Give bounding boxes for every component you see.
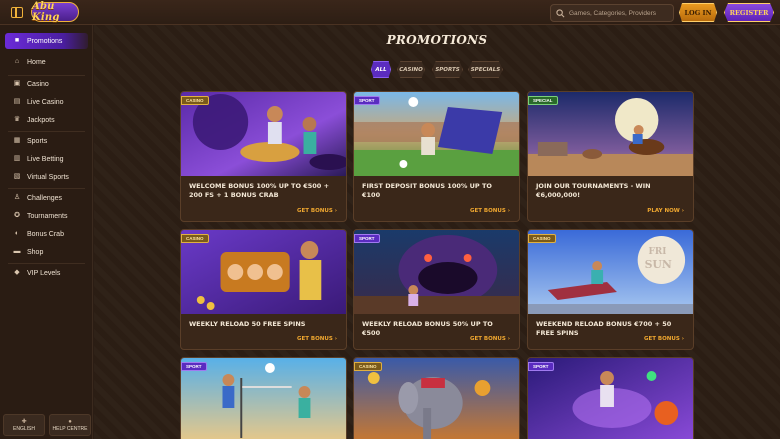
- sidebar-item-label: Sports: [27, 137, 48, 145]
- category-tag: CASINO: [181, 234, 209, 243]
- sports-icon: ▦: [13, 137, 21, 144]
- uk-flag-icon: ✚: [21, 418, 27, 425]
- category-tag: CASINO: [181, 96, 209, 105]
- sidebar-item-label: Challenges: [27, 194, 63, 202]
- sidebar-item-label: Shop: [27, 248, 44, 256]
- sidebar-item-sports[interactable]: ▦ Sports: [5, 133, 88, 149]
- divider: [8, 263, 85, 264]
- sidebar-item-shop[interactable]: ▬ Shop: [5, 244, 88, 260]
- sidebar-item-home[interactable]: ⌂ Home: [5, 54, 88, 70]
- sidebar-item-jackpots[interactable]: ♛ Jackpots: [5, 112, 88, 128]
- sidebar-item-tournaments[interactable]: ✪ Tournaments: [5, 208, 88, 224]
- language-label: ENGLISH: [13, 425, 35, 432]
- category-tag: SPORT: [354, 234, 380, 243]
- svg-text:FRI: FRI: [649, 247, 667, 257]
- promo-card[interactable]: SPORT: [180, 357, 347, 439]
- search-icon: [556, 8, 565, 17]
- sidebar-item-promotions[interactable]: ■ Promotions: [5, 33, 88, 49]
- filter-casino[interactable]: CASINO: [397, 61, 425, 78]
- sidebar-item-challenges[interactable]: ♙ Challenges: [5, 190, 88, 206]
- sidebar-item-label: Home: [27, 58, 46, 66]
- promo-card[interactable]: FRI SUN CASINO WEEKEND RELOAD BONUS €700…: [527, 229, 694, 350]
- sidebar-item-label: Bonus Crab: [27, 230, 64, 238]
- sidebar-toggle-icon[interactable]: [11, 7, 23, 18]
- diamond-icon: ◆: [14, 269, 20, 276]
- promo-card[interactable]: CASINO WEEKLY RELOAD 50 FREE SPINS GET B…: [180, 229, 347, 350]
- sidebar-item-label: Jackpots: [27, 116, 55, 124]
- cards-icon: ▤: [13, 98, 21, 105]
- sidebar-item-virtual-sports[interactable]: ▧ Virtual Sports: [5, 169, 88, 185]
- get-bonus-link[interactable]: GET BONUS ›: [297, 208, 337, 214]
- slot-machine-icon: ▣: [13, 80, 21, 87]
- medal-icon: ♙: [13, 194, 21, 201]
- tournament-icon: ✪: [14, 212, 20, 219]
- brand-logo[interactable]: Abu King: [31, 1, 79, 23]
- help-icon: ●: [68, 418, 72, 425]
- promo-title: WEEKLY RELOAD 50 FREE SPINS: [189, 320, 306, 328]
- sidebar-item-bonus-crab[interactable]: ◐ Bonus Crab: [5, 226, 88, 242]
- main-content: PROMOTIONS ALL CASINO SPORTS SPECIALS CA…: [94, 25, 780, 439]
- get-bonus-link[interactable]: GET BONUS ›: [297, 336, 337, 342]
- gift-icon: ■: [14, 37, 20, 44]
- filter-specials[interactable]: SPECIALS: [468, 61, 503, 78]
- register-button[interactable]: REGISTER: [724, 3, 774, 22]
- login-button[interactable]: LOG IN: [679, 3, 717, 22]
- virtual-icon: ▧: [13, 173, 21, 180]
- get-bonus-link[interactable]: GET BONUS ›: [644, 336, 684, 342]
- page-title: PROMOTIONS: [386, 33, 488, 47]
- category-tag: SPORT: [181, 362, 207, 371]
- sidebar-item-vip-levels[interactable]: ◆ VIP Levels: [5, 265, 88, 281]
- help-label: HELP CENTRE: [52, 425, 88, 432]
- shop-icon: ▬: [13, 248, 21, 255]
- promo-card[interactable]: SPORT: [527, 357, 694, 439]
- crab-icon: ◐: [14, 230, 20, 237]
- sidebar-item-label: Virtual Sports: [27, 173, 69, 181]
- trophy-icon: ♛: [13, 116, 21, 123]
- sidebar-item-label: Casino: [27, 80, 49, 88]
- sidebar-item-live-casino[interactable]: ▤ Live Casino: [5, 94, 88, 110]
- category-tag: SPORT: [528, 362, 554, 371]
- sidebar-item-label: Live Betting: [27, 155, 64, 163]
- get-bonus-link[interactable]: GET BONUS ›: [470, 336, 510, 342]
- top-header: Abu King LOG IN REGISTER: [0, 0, 780, 25]
- divider: [8, 131, 85, 132]
- promo-title: WELCOME BONUS 100% UP TO €500 + 200 FS +…: [189, 182, 330, 199]
- sidebar-item-label: Live Casino: [27, 98, 64, 106]
- filter-all[interactable]: ALL: [371, 61, 391, 78]
- promo-card[interactable]: SPECIAL JOIN OUR TOURNAMENTS - WIN €6,00…: [527, 91, 694, 222]
- promo-card[interactable]: SPORT FIRST DEPOSIT BONUS 100% UP TO €10…: [353, 91, 520, 222]
- promo-card[interactable]: CASINO: [353, 357, 520, 439]
- live-icon: ▥: [13, 155, 21, 162]
- promo-title: FIRST DEPOSIT BONUS 100% UP TO €100: [362, 182, 492, 199]
- divider: [8, 188, 85, 189]
- sidebar-item-label: Tournaments: [27, 212, 68, 220]
- play-now-link[interactable]: PLAY NOW ›: [647, 208, 684, 214]
- home-icon: ⌂: [14, 58, 20, 65]
- category-tag: SPECIAL: [528, 96, 558, 105]
- svg-text:SUN: SUN: [645, 258, 672, 271]
- language-button[interactable]: ✚ ENGLISH: [3, 414, 45, 436]
- sidebar-item-live-betting[interactable]: ▥ Live Betting: [5, 151, 88, 167]
- sidebar: ■ Promotions ⌂ Home ▣ Casino ▤ Live Casi…: [0, 25, 93, 439]
- help-centre-button[interactable]: ● HELP CENTRE: [49, 414, 91, 436]
- filter-sports[interactable]: SPORTS: [432, 61, 463, 78]
- search-input[interactable]: [569, 9, 673, 17]
- promo-title: JOIN OUR TOURNAMENTS - WIN €6,000,000!: [536, 182, 651, 199]
- search-box[interactable]: [550, 4, 674, 22]
- promo-card[interactable]: CASINO WELCOME BONUS 100% UP TO €500 + 2…: [180, 91, 347, 222]
- category-tag: CASINO: [354, 362, 382, 371]
- sidebar-item-casino[interactable]: ▣ Casino: [5, 76, 88, 92]
- category-tag: CASINO: [528, 234, 556, 243]
- sidebar-item-label: Promotions: [27, 37, 63, 45]
- promo-card[interactable]: SPORT WEEKLY RELOAD BONUS 50% UP TO €500…: [353, 229, 520, 350]
- sidebar-item-label: VIP Levels: [27, 269, 61, 277]
- category-tag: SPORT: [354, 96, 380, 105]
- get-bonus-link[interactable]: GET BONUS ›: [470, 208, 510, 214]
